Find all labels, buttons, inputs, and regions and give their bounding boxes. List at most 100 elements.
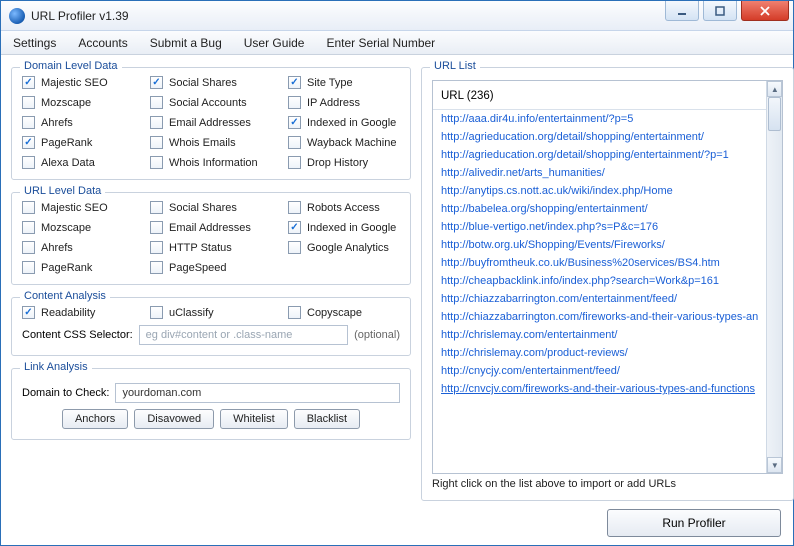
scroll-thumb[interactable]	[768, 97, 781, 131]
disavowed-button[interactable]: Disavowed	[134, 409, 214, 429]
url-list-item[interactable]: http://chiazzabarrington.com/entertainme…	[433, 290, 766, 308]
url-mozscape-label: Mozscape	[41, 222, 91, 234]
content-analysis-title: Content Analysis	[20, 290, 110, 302]
domain-whois-info-checkbox[interactable]	[150, 156, 163, 169]
scroll-track[interactable]	[767, 97, 782, 457]
content-readability-checkbox[interactable]	[22, 306, 35, 319]
url-list-item[interactable]: http://blue-vertigo.net/index.php?s=P&c=…	[433, 218, 766, 236]
domain-whois-info-label: Whois Information	[169, 157, 258, 169]
url-google-analytics-checkbox[interactable]	[288, 241, 301, 254]
content-uclassify-checkbox[interactable]	[150, 306, 163, 319]
url-list-item[interactable]: http://agrieducation.org/detail/shopping…	[433, 146, 766, 164]
domain-majestic-label: Majestic SEO	[41, 77, 108, 89]
domain-level-group: Domain Level Data Majestic SEO Social Sh…	[11, 67, 411, 180]
domain-indexed-google-label: Indexed in Google	[307, 117, 396, 129]
domain-whois-emails-label: Whois Emails	[169, 137, 236, 149]
url-list-item[interactable]: http://chrislemay.com/product-reviews/	[433, 344, 766, 362]
domain-drop-history-checkbox[interactable]	[288, 156, 301, 169]
url-list-item[interactable]: http://buyfromtheuk.co.uk/Business%20ser…	[433, 254, 766, 272]
url-list-group: URL List URL (236) http://aaa.dir4u.info…	[421, 67, 794, 501]
url-list-item[interactable]: http://babelea.org/shopping/entertainmen…	[433, 200, 766, 218]
content-css-optional: (optional)	[354, 329, 400, 341]
url-level-group: URL Level Data Majestic SEO Social Share…	[11, 192, 411, 285]
url-pagerank-checkbox[interactable]	[22, 261, 35, 274]
menu-settings[interactable]: Settings	[13, 36, 56, 50]
url-ahrefs-checkbox[interactable]	[22, 241, 35, 254]
url-level-title: URL Level Data	[20, 185, 105, 197]
domain-ahrefs-checkbox[interactable]	[22, 116, 35, 129]
url-indexed-google-checkbox[interactable]	[288, 221, 301, 234]
url-email-addresses-checkbox[interactable]	[150, 221, 163, 234]
url-list-item[interactable]: http://cheapbacklink.info/index.php?sear…	[433, 272, 766, 290]
domain-check-label: Domain to Check:	[22, 387, 109, 399]
url-list-item[interactable]: http://aaa.dir4u.info/entertainment/?p=5	[433, 110, 766, 128]
url-list-item[interactable]: http://botw.org.uk/Shopping/Events/Firew…	[433, 236, 766, 254]
url-majestic-label: Majestic SEO	[41, 202, 108, 214]
url-robots-checkbox[interactable]	[288, 201, 301, 214]
menubar: Settings Accounts Submit a Bug User Guid…	[1, 31, 793, 55]
scroll-up-button[interactable]: ▲	[767, 81, 782, 97]
url-list-item[interactable]: http://chiazzabarrington.com/fireworks-a…	[433, 308, 766, 326]
domain-pagerank-label: PageRank	[41, 137, 92, 149]
url-google-analytics-label: Google Analytics	[307, 242, 389, 254]
domain-alexa-checkbox[interactable]	[22, 156, 35, 169]
url-list-item[interactable]: http://anytips.cs.nott.ac.uk/wiki/index.…	[433, 182, 766, 200]
blacklist-button[interactable]: Blacklist	[294, 409, 360, 429]
app-window: URL Profiler v1.39 Settings Accounts Sub…	[0, 0, 794, 546]
anchors-button[interactable]: Anchors	[62, 409, 128, 429]
url-robots-label: Robots Access	[307, 202, 380, 214]
url-scrollbar[interactable]: ▲ ▼	[766, 81, 782, 473]
domain-mozscape-checkbox[interactable]	[22, 96, 35, 109]
domain-social-shares-checkbox[interactable]	[150, 76, 163, 89]
domain-site-type-checkbox[interactable]	[288, 76, 301, 89]
url-list-item[interactable]: http://cnvcjv.com/fireworks-and-their-va…	[433, 380, 766, 398]
domain-whois-emails-checkbox[interactable]	[150, 136, 163, 149]
url-list-item[interactable]: http://agrieducation.org/detail/shopping…	[433, 128, 766, 146]
url-list-item[interactable]: http://cnycjy.com/entertainment/feed/	[433, 362, 766, 380]
content-readability-label: Readability	[41, 307, 95, 319]
url-list-hint: Right click on the list above to import …	[432, 478, 783, 490]
url-social-shares-checkbox[interactable]	[150, 201, 163, 214]
domain-ip-address-checkbox[interactable]	[288, 96, 301, 109]
content-copyscape-label: Copyscape	[307, 307, 362, 319]
url-ahrefs-label: Ahrefs	[41, 242, 73, 254]
url-majestic-checkbox[interactable]	[22, 201, 35, 214]
url-list-item[interactable]: http://chrislemay.com/entertainment/	[433, 326, 766, 344]
domain-wayback-label: Wayback Machine	[307, 137, 396, 149]
menu-user-guide[interactable]: User Guide	[244, 36, 305, 50]
domain-majestic-checkbox[interactable]	[22, 76, 35, 89]
domain-check-input[interactable]	[115, 383, 400, 403]
menu-accounts[interactable]: Accounts	[78, 36, 127, 50]
minimize-button[interactable]	[665, 1, 699, 21]
menu-submit-bug[interactable]: Submit a Bug	[150, 36, 222, 50]
run-profiler-button[interactable]: Run Profiler	[607, 509, 781, 537]
domain-ip-address-label: IP Address	[307, 97, 360, 109]
content-uclassify-label: uClassify	[169, 307, 214, 319]
domain-email-addresses-checkbox[interactable]	[150, 116, 163, 129]
domain-ahrefs-label: Ahrefs	[41, 117, 73, 129]
domain-mozscape-label: Mozscape	[41, 97, 91, 109]
whitelist-button[interactable]: Whitelist	[220, 409, 288, 429]
scroll-down-button[interactable]: ▼	[767, 457, 782, 473]
domain-wayback-checkbox[interactable]	[288, 136, 301, 149]
content-copyscape-checkbox[interactable]	[288, 306, 301, 319]
maximize-button[interactable]	[703, 1, 737, 21]
menu-enter-serial[interactable]: Enter Serial Number	[326, 36, 435, 50]
url-list-item[interactable]: http://alivedir.net/arts_humanities/	[433, 164, 766, 182]
close-button[interactable]	[741, 1, 789, 21]
url-social-shares-label: Social Shares	[169, 202, 237, 214]
url-pagespeed-label: PageSpeed	[169, 262, 227, 274]
content-area: Domain Level Data Majestic SEO Social Sh…	[1, 55, 793, 545]
link-analysis-group: Link Analysis Domain to Check: Anchors D…	[11, 368, 411, 440]
content-css-input[interactable]	[139, 325, 348, 345]
domain-social-accounts-checkbox[interactable]	[150, 96, 163, 109]
url-http-status-checkbox[interactable]	[150, 241, 163, 254]
domain-pagerank-checkbox[interactable]	[22, 136, 35, 149]
domain-indexed-google-checkbox[interactable]	[288, 116, 301, 129]
url-listbox[interactable]: URL (236) http://aaa.dir4u.info/entertai…	[432, 80, 783, 474]
url-list-header[interactable]: URL (236)	[433, 84, 766, 110]
url-pagespeed-checkbox[interactable]	[150, 261, 163, 274]
url-indexed-google-label: Indexed in Google	[307, 222, 396, 234]
domain-email-addresses-label: Email Addresses	[169, 117, 251, 129]
url-mozscape-checkbox[interactable]	[22, 221, 35, 234]
